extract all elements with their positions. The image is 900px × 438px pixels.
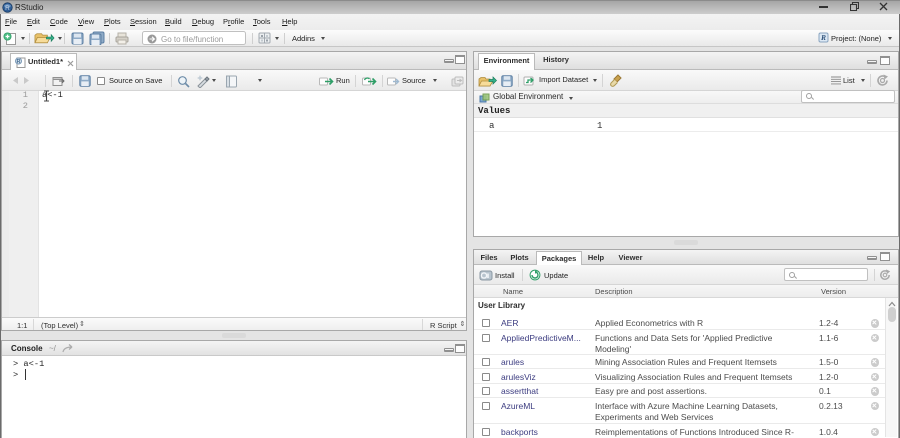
svg-text:R: R xyxy=(820,33,826,42)
svg-text:R: R xyxy=(5,5,10,12)
svg-text:R: R xyxy=(17,59,21,65)
